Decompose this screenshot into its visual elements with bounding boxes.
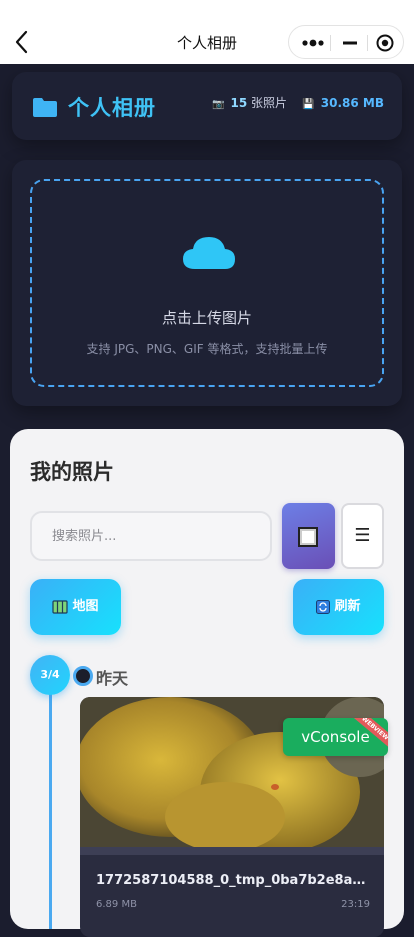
camera-icon: 📷 <box>212 99 225 110</box>
vconsole-button[interactable]: vConsole WEBVIEW <box>283 718 388 756</box>
grid-view-icon <box>298 527 318 547</box>
app-title: 个人相册 <box>68 96 156 120</box>
grid-view-button[interactable] <box>282 503 335 569</box>
photo-divider <box>80 847 384 855</box>
map-icon <box>52 599 69 614</box>
cloud-upload-icon <box>183 237 235 269</box>
photos-panel: 我的照片 ☰ 地图 刷新 3/4 昨天 <box>10 429 404 937</box>
refresh-button-label: 刷新 <box>334 599 361 614</box>
refresh-button[interactable]: 刷新 <box>293 579 384 635</box>
photo-size: 6.89 MB <box>96 899 137 910</box>
photos-title: 我的照片 <box>30 460 114 484</box>
storage-size: 30.86 MB <box>320 96 384 110</box>
capsule-menu <box>288 25 404 59</box>
upload-title: 点击上传图片 <box>161 309 252 327</box>
close-circle-icon[interactable] <box>373 32 397 54</box>
upload-dropzone[interactable]: 点击上传图片 支持 JPG、PNG、GIF 等格式，支持批量上传 <box>30 179 384 387</box>
photo-count-unit: 张照片 <box>251 96 288 110</box>
upload-card: 点击上传图片 支持 JPG、PNG、GIF 等格式，支持批量上传 <box>12 160 402 406</box>
storage-icon: 💾 <box>302 99 315 110</box>
nav-bar: 个人相册 <box>0 0 414 64</box>
header-card: 个人相册 📷 15 张照片 💾 30.86 MB <box>12 72 402 140</box>
map-button[interactable]: 地图 <box>30 579 121 635</box>
more-dots-icon[interactable] <box>299 32 329 54</box>
list-icon: ☰ <box>354 525 371 546</box>
capsule-divider <box>330 35 331 51</box>
timeline-dot <box>73 666 93 686</box>
album-stats: 📷 15 张照片 💾 30.86 MB <box>212 94 384 111</box>
refresh-icon <box>316 599 331 614</box>
list-view-button[interactable]: ☰ <box>341 503 384 569</box>
minimize-icon[interactable] <box>337 32 363 54</box>
capsule-divider <box>367 35 368 51</box>
photo-count: 15 <box>230 96 248 110</box>
map-button-label: 地图 <box>72 599 99 614</box>
folder-icon <box>33 98 57 117</box>
date-group-label: 昨天 <box>96 669 129 688</box>
page-badge[interactable]: 3/4 <box>30 655 70 695</box>
photo-time: 23:19 <box>341 899 370 910</box>
timeline-line <box>49 679 52 929</box>
vconsole-label: vConsole <box>301 728 370 746</box>
upload-hint: 支持 JPG、PNG、GIF 等格式，支持批量上传 <box>86 342 328 356</box>
search-input[interactable] <box>30 511 272 561</box>
photo-filename: 1772587104588_0_tmp_0ba7b2e8a1... <box>96 873 370 888</box>
